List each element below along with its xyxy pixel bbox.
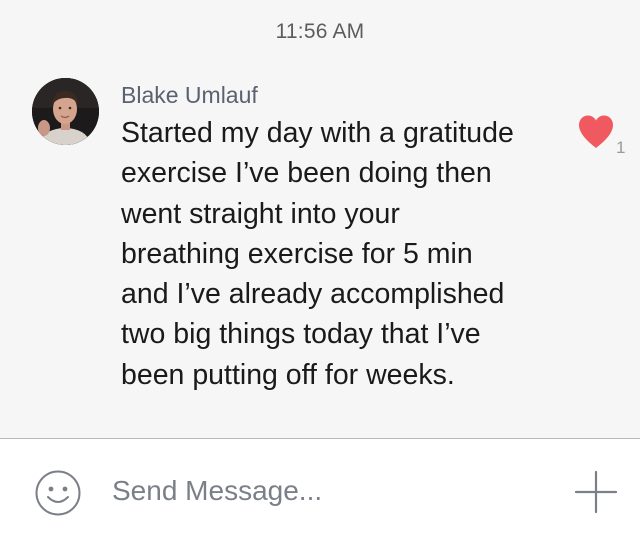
add-button[interactable] (573, 469, 619, 515)
smiley-icon (35, 470, 81, 516)
message-input[interactable] (112, 471, 532, 511)
message-composer (0, 439, 640, 541)
avatar[interactable] (32, 78, 99, 145)
message-list: 11:56 AM Blake Umlauf Started my day wit… (0, 0, 640, 438)
reaction-count: 1 (616, 138, 626, 157)
message-text: Started my day with a gratitude exercise… (121, 117, 514, 391)
emoji-button[interactable] (34, 469, 82, 517)
message-timestamp: 11:56 AM (275, 20, 365, 43)
heart-icon (579, 115, 613, 148)
plus-icon (574, 470, 618, 514)
avatar-image (32, 78, 99, 145)
sender-name: Blake Umlauf (121, 82, 258, 108)
reaction-button[interactable]: 1 (577, 114, 627, 160)
